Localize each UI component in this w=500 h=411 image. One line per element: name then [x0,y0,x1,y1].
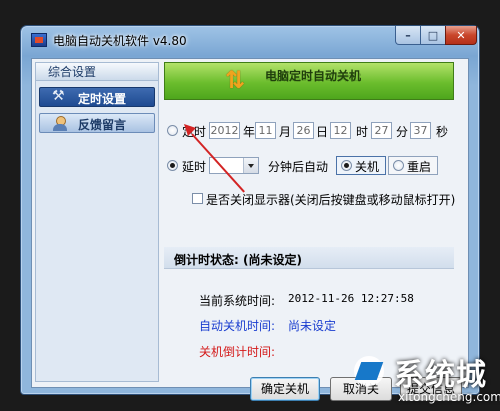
restart-radio[interactable] [393,160,404,171]
confirm-shutdown-button[interactable]: 确定关机 [250,377,320,401]
year-unit: 年 [243,125,256,139]
sidebar-item-label: 定时设置 [78,92,127,106]
banner-title-reflection: 电脑定时自动关机 [265,72,362,82]
watermark: 系统城 xitongcheng.com [346,348,500,410]
delay-radio[interactable] [167,160,178,171]
display-off-checkbox[interactable] [192,193,203,204]
second-unit: 秒 [436,125,449,139]
year-field[interactable]: 2012 [209,122,240,139]
restart-option-label: 重启 [407,160,432,174]
minute-field[interactable]: 27 [371,122,392,139]
month-unit: 月 [279,125,292,139]
display-off-label: 是否关闭显示器(关闭后按键盘或移动鼠标打开) [206,193,456,207]
day-field[interactable]: 26 [293,122,314,139]
countdown-status-title: 倒计时状态: (尚未设定) [174,253,302,267]
hour-unit: 时 [356,125,369,139]
annotation-arrow-head-icon [184,124,196,136]
hour-field[interactable]: 12 [330,122,351,139]
main-panel: 电脑定时自动关机 电脑定时自动关机 定时 2012 年 11 月 26 日 12… [164,62,464,384]
month-field[interactable]: 11 [255,122,276,139]
minute-unit: 分 [396,125,409,139]
maximize-button[interactable]: □ [420,26,446,45]
client-area: 综合设置 定时设置 反馈留言 电脑定时自动关机 电脑定时自动关机 定时 2012… [31,58,469,401]
minimize-button[interactable]: – [395,26,421,45]
watermark-brand: 系统城 [394,358,487,393]
up-down-arrows-icon [225,66,251,94]
wrench-icon [52,88,68,105]
title-bar[interactable]: 电脑自动关机软件 v4.80 – □ ✕ [21,26,479,54]
sidebar-item-label: 反馈留言 [78,118,127,132]
second-field[interactable]: 37 [410,122,431,139]
banner: 电脑定时自动关机 电脑定时自动关机 [164,62,454,100]
delay-label: 延时 [182,160,207,174]
minimize-icon: – [405,28,411,42]
maximize-icon: □ [427,28,439,42]
app-icon [31,33,47,47]
current-time-label: 当前系统时间: [199,294,276,308]
watermark-url: xitongcheng.com [398,390,500,404]
day-unit: 日 [316,125,329,139]
sidebar-item-timer-settings[interactable]: 定时设置 [39,87,155,107]
restart-option[interactable]: 重启 [388,156,438,175]
app-window: 电脑自动关机软件 v4.80 – □ ✕ 综合设置 定时设置 反馈留言 电脑定时… [20,25,480,401]
user-icon [52,116,68,131]
sidebar-item-feedback[interactable]: 反馈留言 [39,113,155,133]
close-button[interactable]: ✕ [445,26,477,45]
shutdown-option-label: 关机 [355,160,380,174]
sidebar-title: 综合设置 [36,63,158,81]
chevron-down-icon[interactable] [243,158,258,173]
window-title: 电脑自动关机软件 v4.80 [53,34,187,48]
timed-radio[interactable] [167,125,178,136]
auto-shutdown-label: 自动关机时间: [199,319,276,333]
shutdown-radio[interactable] [341,160,352,171]
close-icon: ✕ [456,28,466,42]
countdown-status-header: 倒计时状态: (尚未设定) [164,247,454,269]
delay-suffix: 分钟后自动 [268,160,329,174]
sidebar: 综合设置 定时设置 反馈留言 [35,62,159,382]
shutdown-countdown-label: 关机倒计时间: [199,345,276,359]
shutdown-option[interactable]: 关机 [336,156,386,175]
watermark-logo-icon [346,350,392,396]
current-time-value: 2012-11-26 12:27:58 [288,292,414,305]
auto-shutdown-value: 尚未设定 [288,319,337,333]
